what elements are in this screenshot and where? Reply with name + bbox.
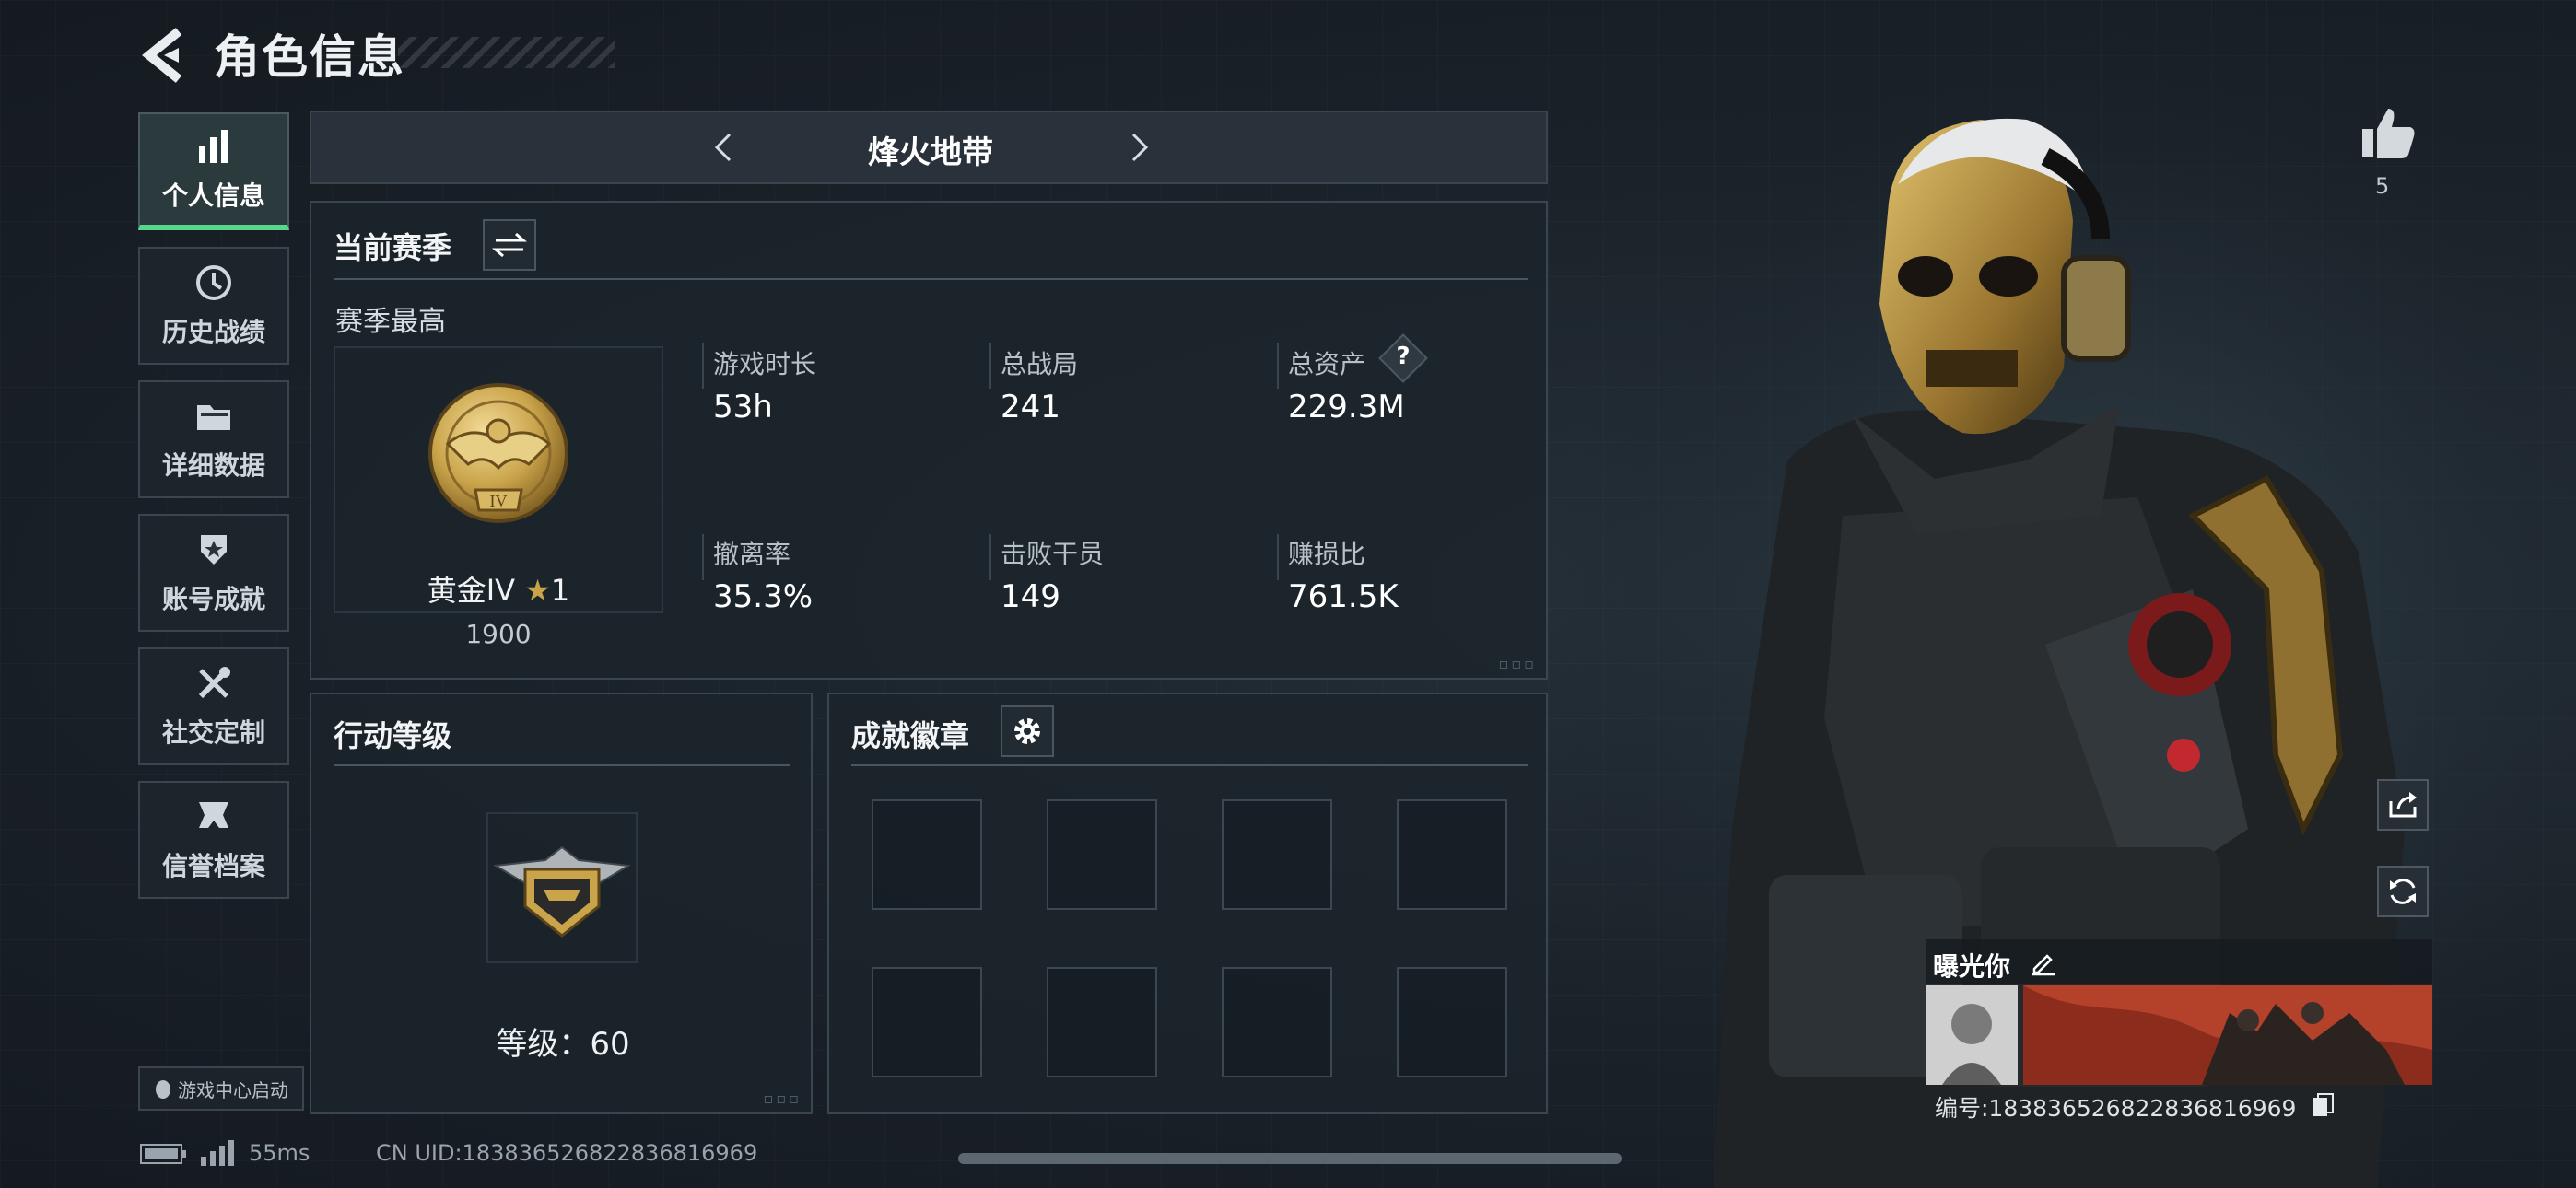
stat-value: 149 [1001, 578, 1060, 615]
divider [334, 764, 790, 766]
season-panel: 当前赛季 赛季最高 IV 黄金IV ★1 1900 游戏时长 53h 总战局 2… [310, 201, 1548, 680]
sidebar-item-label: 账号成就 [161, 584, 265, 614]
gold-rank-emblem: IV [428, 383, 568, 523]
battery-icon [140, 1144, 186, 1164]
season-subtitle: 赛季最高 [335, 306, 446, 338]
player-name: 曝光你 [1933, 951, 2011, 982]
share-button[interactable] [2377, 779, 2429, 831]
penguin-icon [156, 1080, 170, 1099]
badge-slot[interactable] [872, 799, 982, 910]
badge-slot[interactable] [1397, 799, 1507, 910]
sidebar-item-label: 历史战绩 [161, 317, 265, 347]
stat-separator [989, 534, 991, 580]
sidebar-item-social-customization[interactable]: 社交定制 [138, 647, 289, 765]
launch-label: 游戏中心启动 [178, 1078, 288, 1101]
ping-value: 55ms [249, 1140, 310, 1166]
stat-label: 撤离率 [713, 539, 791, 569]
thumbs-up-icon[interactable] [2359, 103, 2418, 162]
copy-icon[interactable] [2311, 1092, 2335, 1118]
sidebar-item-history[interactable]: 历史战绩 [138, 247, 289, 365]
mode-title: 烽火地带 [868, 134, 993, 171]
refresh-icon [2390, 879, 2416, 904]
star-icon: ★ [524, 573, 551, 608]
stat-separator [1277, 343, 1279, 389]
rank-name: 黄金IV [427, 573, 516, 608]
horizontal-scrollbar[interactable] [958, 1153, 1622, 1164]
svg-text:IV: IV [490, 492, 508, 510]
divider [851, 764, 1528, 766]
game-center-launch[interactable]: 游戏中心启动 [138, 1066, 304, 1111]
tools-icon [198, 667, 230, 699]
help-icon: ? [1396, 343, 1411, 370]
switch-season-button[interactable] [483, 219, 536, 271]
stat-value: 53h [713, 389, 773, 425]
stat-label: 击败干员 [1001, 539, 1105, 569]
credit-icon [199, 802, 228, 828]
sidebar-item-account-achievements[interactable]: 账号成就 [138, 514, 289, 632]
sidebar-item-personal-info[interactable]: 个人信息 [138, 112, 289, 230]
achievement-icon [201, 535, 227, 565]
signal-icon [201, 1140, 234, 1166]
stat-separator [702, 534, 704, 580]
share-icon [2389, 792, 2417, 818]
badge-slot[interactable] [1047, 799, 1157, 910]
sidebar-item-label: 信誉档案 [161, 851, 265, 881]
badge-slot[interactable] [1222, 799, 1332, 910]
swap-icon [492, 232, 527, 258]
divider [334, 278, 1528, 280]
edit-icon[interactable] [2029, 949, 2056, 976]
level-row: 等级：60 [311, 1019, 814, 1064]
stat-value: 761.5K [1288, 578, 1399, 615]
page-title: 角色信息 [214, 30, 405, 84]
sidebar-item-label: 详细数据 [161, 450, 265, 481]
gear-icon [1014, 718, 1040, 744]
player-id: 编号:18383652682283681696​9 [1935, 1095, 2297, 1122]
action-level-emblem [492, 845, 632, 938]
level-label: 等级： [496, 1026, 591, 1063]
mode-selector: 烽火地带 [310, 111, 1548, 184]
title-decoration [398, 37, 615, 68]
bar-chart-icon [199, 130, 228, 163]
achievement-badges-panel: 成就徽章 [827, 693, 1548, 1114]
corner-decoration: ▫▫▫ [1498, 655, 1537, 672]
rotate-button[interactable] [2377, 866, 2429, 917]
stat-label: 总战局 [1001, 349, 1079, 379]
stat-value: 35.3% [713, 578, 814, 615]
rank-stars: 1 [550, 573, 570, 608]
folder-icon [197, 405, 230, 430]
badges-title: 成就徽章 [851, 718, 970, 753]
player-card-banner[interactable] [1926, 985, 2432, 1085]
badge-slot[interactable] [1047, 967, 1157, 1077]
sidebar-item-credit-profile[interactable]: 信誉档案 [138, 781, 289, 899]
sidebar-item-label: 个人信息 [161, 181, 265, 211]
stat-separator [1277, 534, 1279, 580]
history-icon [196, 265, 231, 300]
corner-decoration: ▫▫▫ [763, 1089, 802, 1107]
badge-settings-button[interactable] [1001, 705, 1054, 757]
level-value: 60 [590, 1026, 630, 1063]
sidebar-item-detailed-data[interactable]: 详细数据 [138, 380, 289, 498]
stat-value: 241 [1001, 389, 1060, 425]
like-count: 5 [2375, 173, 2390, 199]
action-level-title: 行动等级 [334, 718, 452, 753]
season-title: 当前赛季 [334, 230, 452, 265]
rank-points: 1900 [465, 619, 532, 649]
stat-label: 赚损比 [1288, 539, 1366, 569]
action-level-panel: 行动等级 等级：60 ▫▫▫ [310, 693, 813, 1114]
badge-slot[interactable] [872, 967, 982, 1077]
stat-value: 229.3M [1288, 389, 1405, 425]
back-arrow-icon[interactable] [138, 26, 190, 85]
stat-separator [989, 343, 991, 389]
badge-slot[interactable] [1397, 967, 1507, 1077]
stat-separator [702, 343, 704, 389]
rank-name-row: 黄金IV ★1 [334, 567, 663, 610]
sidebar-item-label: 社交定制 [161, 717, 265, 748]
stat-label: 总资产 [1288, 349, 1366, 379]
badge-slot[interactable] [1222, 967, 1332, 1077]
uid-text: CN UID:18383652682283681696​9 [376, 1140, 758, 1166]
stat-label: 游戏时长 [713, 349, 817, 379]
chevron-right-icon[interactable] [1120, 129, 1157, 166]
